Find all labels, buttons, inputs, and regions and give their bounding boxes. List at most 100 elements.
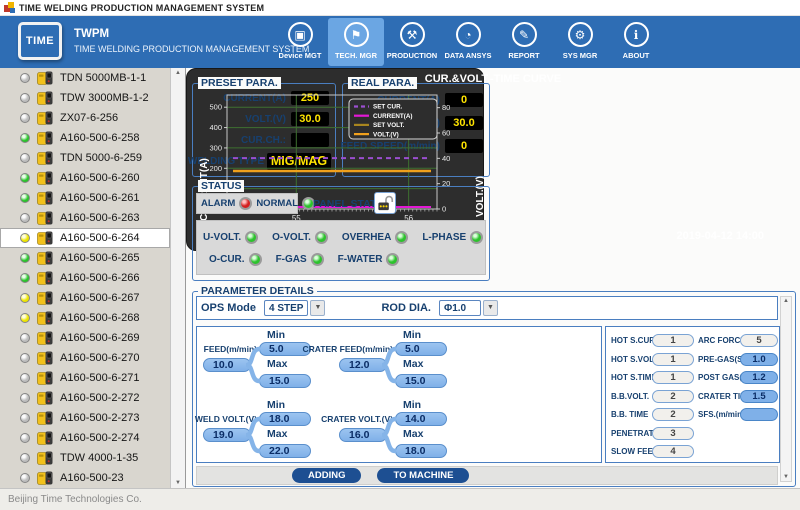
setting-pill[interactable]: 1.5 [740, 390, 778, 403]
scroll-up-icon[interactable]: ▲ [175, 70, 181, 76]
status-led [20, 273, 30, 283]
list-item[interactable]: A160-500-6-264 [0, 228, 170, 248]
nav-item-tech-mgr[interactable]: ⚑TECH. MGR [328, 18, 384, 66]
brace-icon [382, 410, 396, 458]
list-item[interactable]: A160-500-6-265 [0, 248, 170, 268]
svg-text:60: 60 [442, 129, 450, 138]
nav-item-label: ABOUT [623, 51, 650, 60]
indicator-row: O-CUR. F-GAS F-WATER [209, 248, 479, 270]
min-pill[interactable]: 5.0 [395, 342, 447, 356]
svg-text:200: 200 [209, 164, 222, 173]
list-item[interactable]: A160-500-6-269 [0, 328, 170, 348]
list-item[interactable]: A160-500-6-258 [0, 128, 170, 148]
rod-dia-value[interactable]: Φ1.0 [439, 300, 481, 316]
alarm-strip: ALARM NORMAL [196, 193, 298, 214]
min-pill[interactable]: 14.0 [395, 412, 447, 426]
list-item[interactable]: A160-500-6-260 [0, 168, 170, 188]
info-icon: ℹ [624, 22, 649, 47]
adding-button[interactable]: ADDING [292, 468, 361, 483]
list-item[interactable]: A160-500-2-272 [0, 388, 170, 408]
nav-item-data-ansys[interactable]: ◔DATA ANSYS [440, 18, 496, 66]
setting-pill: 3 [652, 427, 694, 440]
status-led [20, 233, 30, 243]
max-pill[interactable]: 22.0 [259, 444, 311, 458]
setting-pill: 2 [652, 408, 694, 421]
max-pill[interactable]: 18.0 [395, 444, 447, 458]
rod-dia-select[interactable]: Φ1.0 ▼ [439, 300, 498, 316]
svg-text:400: 400 [209, 123, 222, 132]
list-item[interactable]: A160-500-6-270 [0, 348, 170, 368]
list-item[interactable]: TDN 5000-6-259 [0, 148, 170, 168]
indicator-label: O-CUR. [209, 254, 245, 265]
nav-item-production[interactable]: ⚒PRODUCTION [384, 18, 440, 66]
svg-text:VOLT.(V): VOLT.(V) [373, 131, 399, 138]
nav-item-sys-mgr[interactable]: ⚙SYS MGR [552, 18, 608, 66]
list-item[interactable]: ZX07-6-256 [0, 108, 170, 128]
list-item[interactable]: A160-500-6-263 [0, 208, 170, 228]
window-title: TIME WELDING PRODUCTION MANAGEMENT SYSTE… [19, 3, 264, 13]
welder-icon [37, 351, 53, 365]
min-pill[interactable]: 18.0 [259, 412, 311, 426]
setting-pill[interactable] [740, 408, 778, 421]
max-pill[interactable]: 15.0 [259, 374, 311, 388]
device-label: A160-500-6-270 [60, 352, 140, 364]
list-item[interactable]: TDN 5000MB-1-1 [0, 68, 170, 88]
nav-item-about[interactable]: ℹ ABOUT [608, 18, 664, 66]
list-item[interactable]: A160-500-23 [0, 468, 170, 488]
status-led [20, 433, 30, 443]
max-pill[interactable]: 15.0 [395, 374, 447, 388]
list-item[interactable]: A160-500-6-271 [0, 368, 170, 388]
normal-label: NORMAL [256, 198, 298, 209]
indicator-label: F-WATER [338, 254, 383, 265]
ops-mode-select[interactable]: 4 STEP ▼ [264, 300, 325, 316]
nav-item-report[interactable]: ✎REPORT [496, 18, 552, 66]
dropdown-bar: OPS Mode 4 STEP ▼ ROD DIA. Φ1.0 ▼ [196, 296, 778, 320]
device-label: A160-500-6-266 [60, 272, 140, 284]
details-scrollbar[interactable]: ▲ ▼ [780, 296, 792, 482]
list-item[interactable]: A160-500-6-267 [0, 288, 170, 308]
device-label: A160-500-6-264 [60, 232, 140, 244]
indicator-label: U-VOLT. [203, 232, 241, 243]
company-label: Beijing Time Technologies Co. [8, 494, 142, 505]
status-led [20, 293, 30, 303]
list-item[interactable]: A160-500-2-273 [0, 408, 170, 428]
indicator-label: O-VOLT. [272, 232, 311, 243]
sidebar-scrollbar[interactable]: ▲ ▼ [170, 68, 185, 488]
chevron-down-icon[interactable]: ▼ [483, 300, 498, 316]
nav-item-label: TECH. MGR [335, 51, 377, 60]
setting-pill[interactable]: 1.0 [740, 353, 778, 366]
ops-mode-value[interactable]: 4 STEP [264, 300, 308, 316]
nav-item-device-mgt[interactable]: ▣Device MGT [272, 18, 328, 66]
welder-icon [37, 151, 53, 165]
svg-text:40: 40 [442, 154, 450, 163]
value-pill[interactable]: 19.0 [203, 428, 251, 442]
status-led [20, 313, 30, 323]
value-pill[interactable]: 16.0 [339, 428, 387, 442]
list-item[interactable]: TDW 4000-1-35 [0, 448, 170, 468]
indicator-label: F-GAS [276, 254, 307, 265]
list-item[interactable]: A160-500-2-274 [0, 428, 170, 448]
list-item[interactable]: A160-500-6-268 [0, 308, 170, 328]
max-label: Max [403, 358, 423, 370]
welder-icon [37, 131, 53, 145]
list-item[interactable]: TDW 3000MB-1-2 [0, 88, 170, 108]
scroll-down-icon[interactable]: ▼ [175, 480, 181, 486]
value-pill[interactable]: 10.0 [203, 358, 251, 372]
scroll-down-icon[interactable]: ▼ [783, 474, 789, 480]
indicator-led [245, 231, 258, 244]
setting-pill[interactable]: 1.2 [740, 371, 778, 384]
setting-pill: 1 [652, 334, 694, 347]
to-machine-button[interactable]: TO MACHINE [377, 468, 469, 483]
app-icon [4, 2, 15, 13]
setting-label: B.B. TIME [611, 410, 648, 419]
header: TIME TWPM TIME WELDING PRODUCTION MANAGE… [0, 16, 800, 68]
chart-timestamp: 2019-04-12 14:00 [677, 230, 764, 242]
scroll-up-icon[interactable]: ▲ [783, 298, 789, 304]
welder-icon [37, 191, 53, 205]
list-item[interactable]: A160-500-6-261 [0, 188, 170, 208]
setting-pill: 5 [740, 334, 778, 347]
list-item[interactable]: A160-500-6-266 [0, 268, 170, 288]
main-panel: PRESET PARA. CURRENT(A)250VOLT.(V)30.0CU… [186, 68, 800, 488]
chevron-down-icon[interactable]: ▼ [310, 300, 325, 316]
value-pill[interactable]: 12.0 [339, 358, 387, 372]
